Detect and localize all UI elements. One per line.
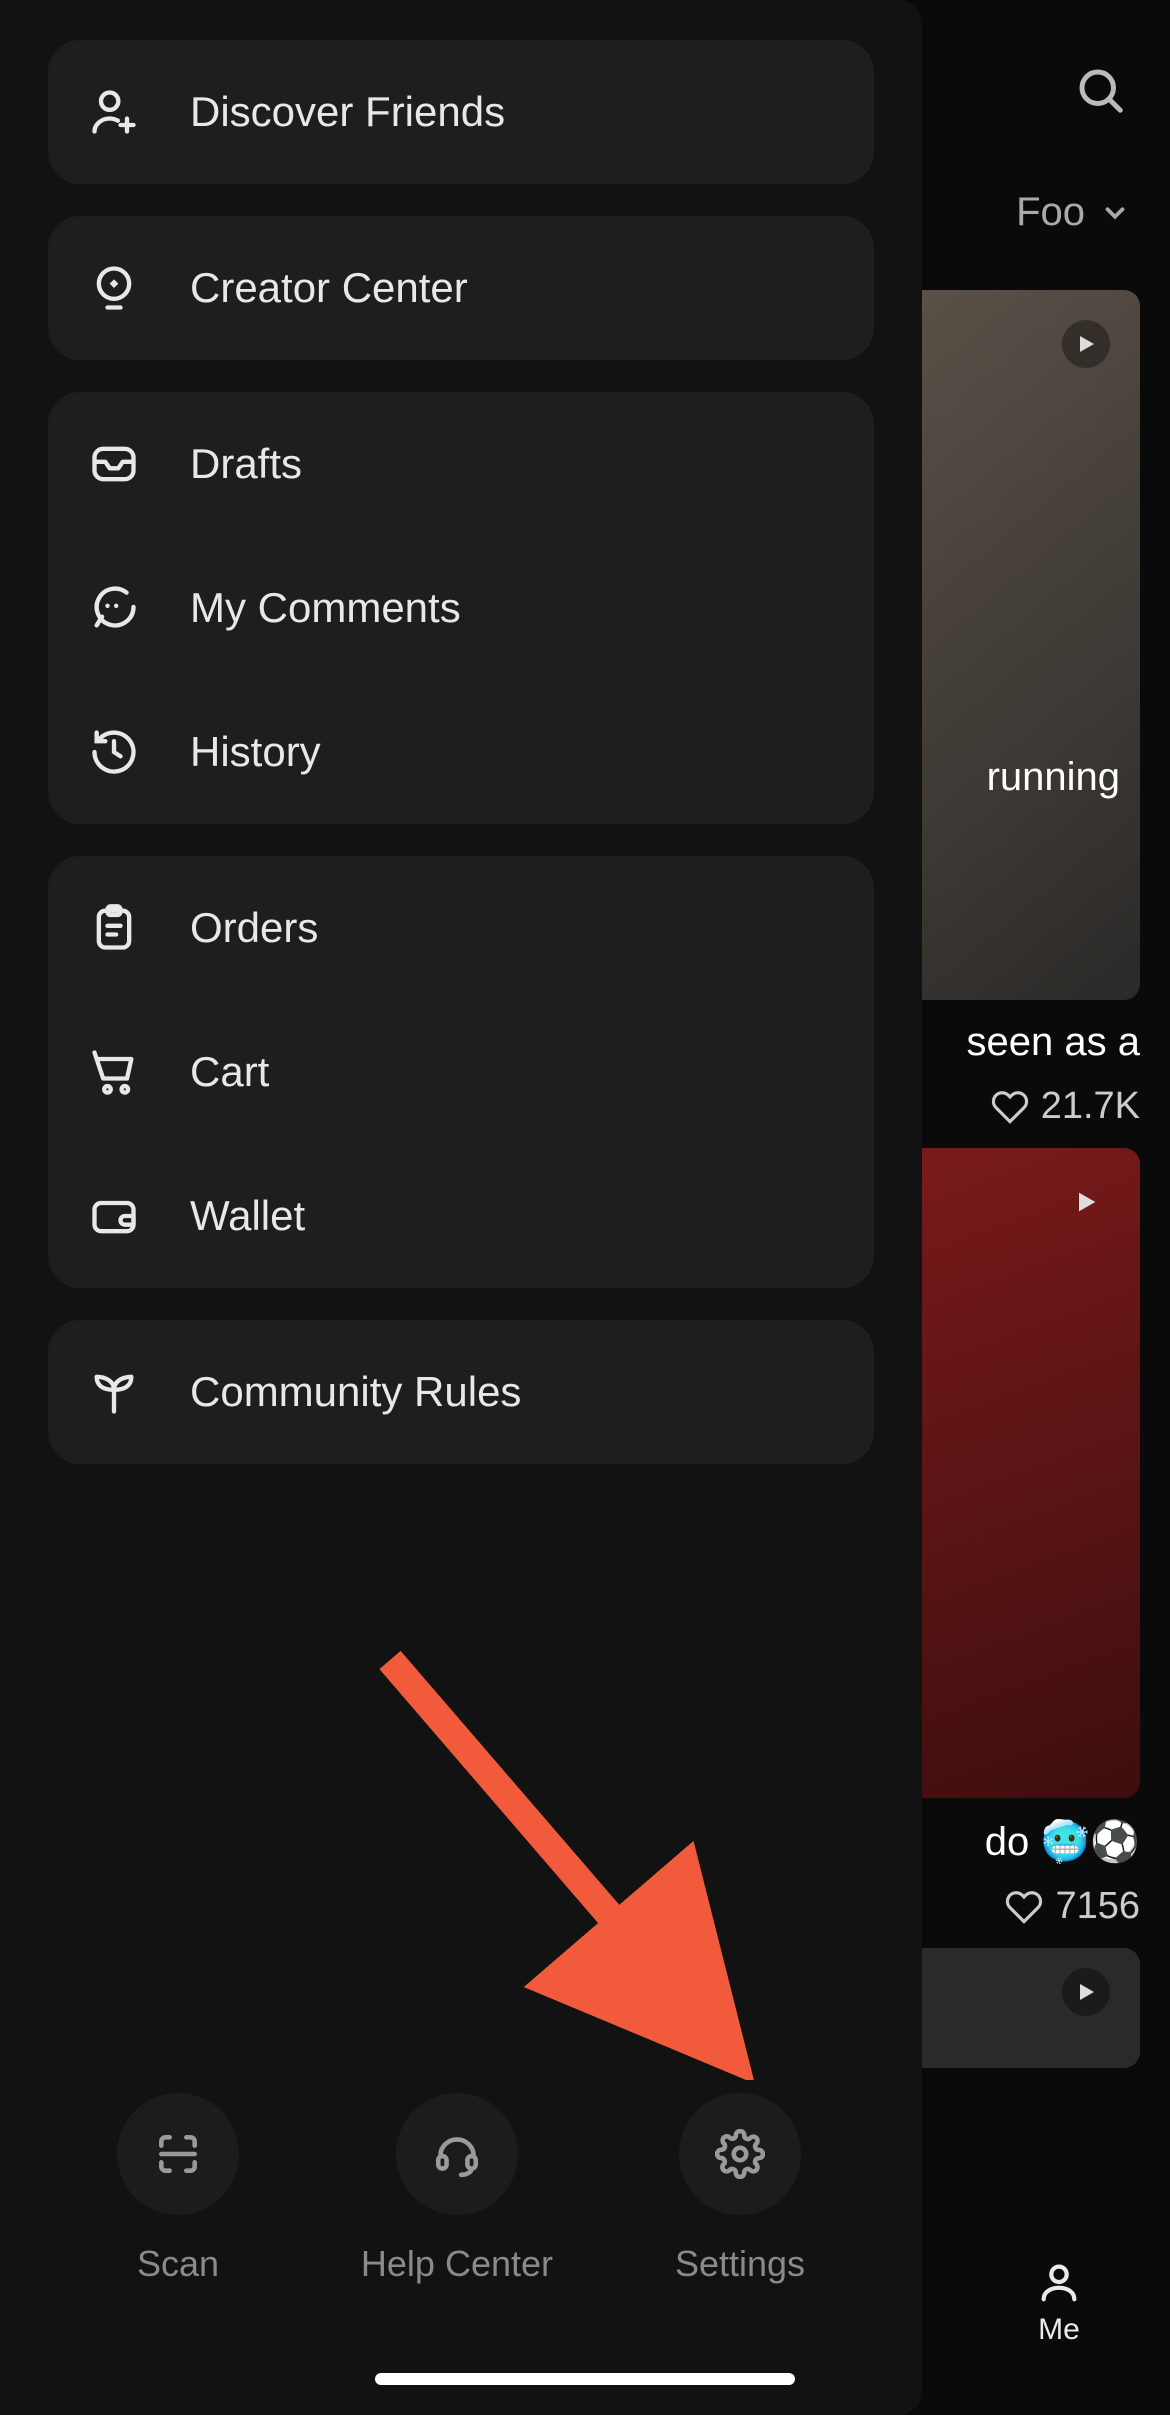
menu-item-history[interactable]: History [48, 680, 874, 824]
video-card[interactable] [900, 1148, 1140, 1798]
sprout-icon [86, 1364, 142, 1420]
menu-item-community-rules[interactable]: Community Rules [48, 1320, 874, 1464]
like-count: 21.7K [1041, 1085, 1140, 1128]
person-icon [1036, 2259, 1082, 2305]
menu-item-label: Orders [190, 904, 318, 952]
bottom-action-settings[interactable]: Settings [675, 2093, 805, 2285]
menu-item-label: My Comments [190, 584, 461, 632]
bulb-icon [86, 260, 142, 316]
menu-item-label: Discover Friends [190, 88, 505, 136]
feed-tab-partial[interactable]: Foo [1016, 190, 1130, 235]
menu-item-label: Creator Center [190, 264, 468, 312]
wallet-icon [86, 1188, 142, 1244]
like-count: 7156 [1055, 1885, 1140, 1928]
nav-tab-me-label: Me [1038, 2313, 1080, 2347]
history-icon [86, 724, 142, 780]
comment-icon [86, 580, 142, 636]
menu-item-label: Cart [190, 1048, 269, 1096]
bottom-action-label: Help Center [361, 2243, 553, 2285]
nav-tab-me[interactable]: Me [1036, 2259, 1082, 2347]
user-plus-icon [86, 84, 142, 140]
bottom-action-scan[interactable]: Scan [117, 2093, 239, 2285]
side-drawer: Discover Friends Creator Center Drafts M… [0, 0, 922, 2415]
play-icon [1062, 320, 1110, 368]
search-icon[interactable] [1070, 60, 1130, 120]
menu-item-label: History [190, 728, 321, 776]
menu-item-label: Wallet [190, 1192, 305, 1240]
headset-icon [432, 2129, 482, 2179]
clipboard-icon [86, 900, 142, 956]
gear-icon [715, 2129, 765, 2179]
menu-item-wallet[interactable]: Wallet [48, 1144, 874, 1288]
menu-item-drafts[interactable]: Drafts [48, 392, 874, 536]
video-caption-partial: do 🥶⚽ [985, 1818, 1140, 1865]
video-caption-partial: running [987, 755, 1120, 800]
heart-icon [991, 1088, 1029, 1126]
menu-item-discover-friends[interactable]: Discover Friends [48, 40, 874, 184]
cart-icon [86, 1044, 142, 1100]
video-caption-partial: seen as a [967, 1020, 1140, 1065]
heart-icon [1005, 1888, 1043, 1926]
play-icon [1062, 1178, 1110, 1226]
feed-tab-label: Foo [1016, 190, 1085, 235]
scan-icon [153, 2129, 203, 2179]
play-icon [1062, 1968, 1110, 2016]
menu-item-creator-center[interactable]: Creator Center [48, 216, 874, 360]
chevron-down-icon [1100, 198, 1130, 228]
menu-item-label: Community Rules [190, 1368, 521, 1416]
menu-item-label: Drafts [190, 440, 302, 488]
home-indicator[interactable] [375, 2373, 795, 2385]
menu-item-my-comments[interactable]: My Comments [48, 536, 874, 680]
bottom-action-label: Scan [137, 2243, 219, 2285]
menu-item-cart[interactable]: Cart [48, 1000, 874, 1144]
video-card[interactable]: running [900, 290, 1140, 1000]
video-card[interactable] [900, 1948, 1140, 2068]
menu-item-orders[interactable]: Orders [48, 856, 874, 1000]
inbox-icon [86, 436, 142, 492]
bottom-action-label: Settings [675, 2243, 805, 2285]
bottom-action-help-center[interactable]: Help Center [361, 2093, 553, 2285]
